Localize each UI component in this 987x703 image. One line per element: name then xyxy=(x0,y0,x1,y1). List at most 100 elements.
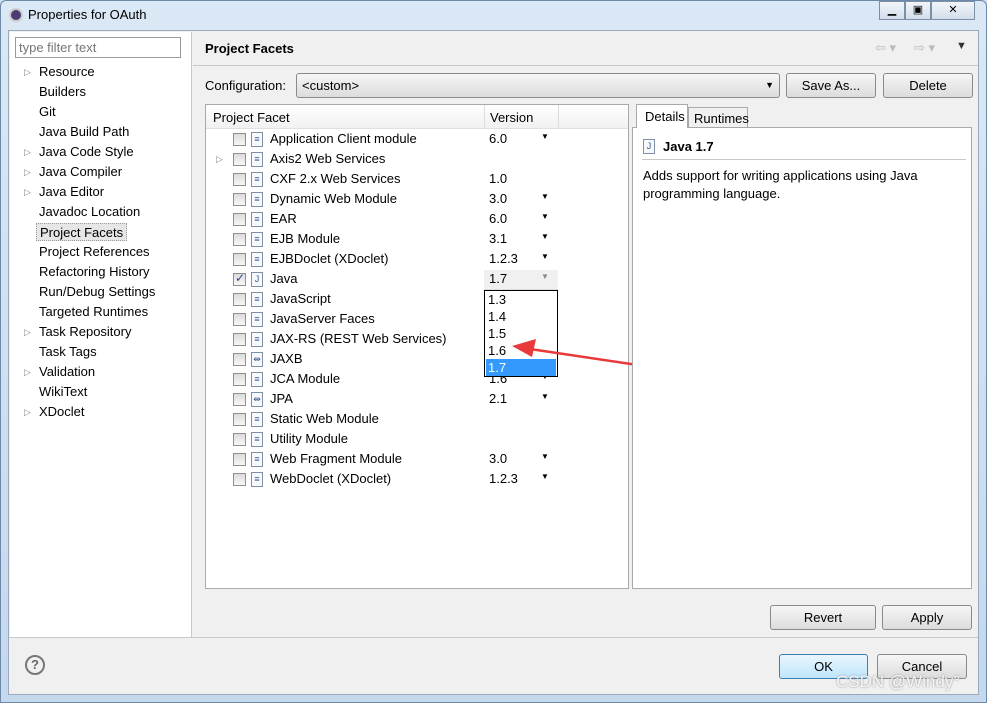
table-row[interactable]: ≡ Utility Module xyxy=(206,430,628,450)
sidebar-item[interactable]: WikiText xyxy=(39,383,87,401)
forward-icon[interactable]: ⇨ ▾ xyxy=(914,40,935,56)
sidebar-item[interactable]: Java Code Style xyxy=(39,143,134,161)
chevron-down-icon[interactable]: ▼ xyxy=(541,212,549,221)
chevron-down-icon[interactable]: ▼ xyxy=(541,232,549,241)
facet-version[interactable]: 3.1 xyxy=(489,231,507,246)
facet-checkbox[interactable]: ✓ xyxy=(233,271,246,286)
maximize-button[interactable]: ▣ xyxy=(905,1,931,20)
sidebar-item[interactable]: Java Editor xyxy=(39,183,104,201)
configuration-value: <custom> xyxy=(302,78,360,93)
chevron-down-icon[interactable]: ▼ xyxy=(541,192,549,201)
sidebar-item[interactable]: Project Facets xyxy=(36,223,128,241)
facet-checkbox[interactable] xyxy=(233,473,246,486)
facet-version[interactable]: 1.2.3 xyxy=(489,251,518,266)
facet-checkbox[interactable] xyxy=(233,293,246,306)
sidebar-item[interactable]: Refactoring History xyxy=(39,263,150,281)
tab-runtimes[interactable]: Runtimes xyxy=(688,107,749,128)
apply-button[interactable]: Apply xyxy=(882,605,972,630)
facet-checkbox[interactable] xyxy=(233,433,246,446)
column-version[interactable]: Version xyxy=(490,110,533,125)
facet-version[interactable]: 1.2.3 xyxy=(489,471,518,486)
facet-checkbox[interactable] xyxy=(233,333,246,346)
facet-checkbox[interactable] xyxy=(233,213,246,226)
expand-icon[interactable]: ▷ xyxy=(24,147,31,158)
filter-input[interactable] xyxy=(15,37,181,58)
expand-icon[interactable]: ▷ xyxy=(216,154,223,165)
sidebar-item[interactable]: Java Build Path xyxy=(39,123,129,141)
sidebar-item[interactable]: Git xyxy=(39,103,56,121)
table-row[interactable]: ≡ JavaScript xyxy=(206,290,628,310)
sidebar-item[interactable]: Task Tags xyxy=(39,343,97,361)
expand-icon[interactable]: ▷ xyxy=(24,367,31,378)
facet-checkbox[interactable] xyxy=(233,173,246,186)
table-row[interactable]: ⇹ JPA 2.1 ▼ xyxy=(206,390,628,410)
version-option[interactable]: 1.3 xyxy=(486,291,556,308)
table-row[interactable]: ≡ Web Fragment Module 3.0 ▼ xyxy=(206,450,628,470)
chevron-down-icon[interactable]: ▼ xyxy=(541,392,549,401)
table-row[interactable]: ≡ Application Client module 6.0 ▼ xyxy=(206,130,628,150)
view-menu-icon[interactable]: ▼ xyxy=(956,40,967,52)
facet-version[interactable]: 2.1 xyxy=(489,391,507,406)
table-row[interactable]: ✓ J Java 1.7 ▼ xyxy=(206,270,628,290)
sidebar-item[interactable]: Task Repository xyxy=(39,323,131,341)
facet-checkbox[interactable] xyxy=(233,353,246,366)
table-row[interactable]: ≡ Static Web Module xyxy=(206,410,628,430)
facet-checkbox[interactable] xyxy=(233,313,246,326)
sidebar-item[interactable]: XDoclet xyxy=(39,403,85,421)
minimize-button[interactable]: ▁ xyxy=(879,1,905,20)
chevron-down-icon[interactable]: ▼ xyxy=(541,132,549,141)
table-row[interactable]: ≡ EJB Module 3.1 ▼ xyxy=(206,230,628,250)
facet-checkbox[interactable] xyxy=(233,153,246,166)
facet-checkbox[interactable] xyxy=(233,393,246,406)
table-row[interactable]: ▷ ≡ Axis2 Web Services xyxy=(206,150,628,170)
chevron-down-icon[interactable]: ▼ xyxy=(541,252,549,261)
facet-checkbox[interactable] xyxy=(233,193,246,206)
facet-checkbox[interactable] xyxy=(233,253,246,266)
facet-version[interactable]: 1.7 xyxy=(489,271,507,286)
configuration-select[interactable]: <custom> ▼ xyxy=(296,73,780,98)
sidebar-item[interactable]: Targeted Runtimes xyxy=(39,303,148,321)
facet-checkbox[interactable] xyxy=(233,413,246,426)
expand-icon[interactable]: ▷ xyxy=(24,187,31,198)
facet-version[interactable]: 3.0 xyxy=(489,451,507,466)
delete-button[interactable]: Delete xyxy=(883,73,973,98)
tab-details[interactable]: Details xyxy=(636,104,688,128)
table-row[interactable]: ≡ WebDoclet (XDoclet) 1.2.3 ▼ xyxy=(206,470,628,490)
table-row[interactable]: ≡ CXF 2.x Web Services 1.0 xyxy=(206,170,628,190)
expand-icon[interactable]: ▷ xyxy=(24,167,31,178)
sidebar-item[interactable]: Validation xyxy=(39,363,95,381)
expand-icon[interactable]: ▷ xyxy=(24,327,31,338)
close-button[interactable]: ✕ xyxy=(931,1,975,20)
sidebar-item[interactable]: Javadoc Location xyxy=(39,203,140,221)
facet-checkbox[interactable] xyxy=(233,453,246,466)
column-project-facet[interactable]: Project Facet xyxy=(213,110,290,125)
facet-checkbox[interactable] xyxy=(233,233,246,246)
facet-checkbox[interactable] xyxy=(233,133,246,146)
chevron-down-icon[interactable]: ▼ xyxy=(541,272,549,281)
sidebar-item[interactable]: Project References xyxy=(39,243,150,261)
facet-version[interactable]: 6.0 xyxy=(489,211,507,226)
help-icon[interactable]: ? xyxy=(25,655,45,675)
expand-icon[interactable]: ▷ xyxy=(24,67,31,78)
facet-icon: ≡ xyxy=(251,292,263,307)
facet-checkbox[interactable] xyxy=(233,373,246,386)
table-row[interactable]: ≡ JavaServer Faces xyxy=(206,310,628,330)
sidebar-item[interactable]: Resource xyxy=(39,63,95,81)
save-as-button[interactable]: Save As... xyxy=(786,73,876,98)
sidebar-item[interactable]: Run/Debug Settings xyxy=(39,283,155,301)
version-option[interactable]: 1.4 xyxy=(486,308,556,325)
back-icon[interactable]: ⇦ ▾ xyxy=(875,40,896,56)
sidebar-item[interactable]: Java Compiler xyxy=(39,163,122,181)
facet-version[interactable]: 3.0 xyxy=(489,191,507,206)
table-row[interactable]: ≡ Dynamic Web Module 3.0 ▼ xyxy=(206,190,628,210)
facet-name: JAX-RS (REST Web Services) xyxy=(270,331,447,346)
expand-icon[interactable]: ▷ xyxy=(24,407,31,418)
table-row[interactable]: ≡ EAR 6.0 ▼ xyxy=(206,210,628,230)
chevron-down-icon[interactable]: ▼ xyxy=(541,472,549,481)
table-row[interactable]: ≡ EJBDoclet (XDoclet) 1.2.3 ▼ xyxy=(206,250,628,270)
facet-version[interactable]: 6.0 xyxy=(489,131,507,146)
sidebar-item[interactable]: Builders xyxy=(39,83,86,101)
revert-button[interactable]: Revert xyxy=(770,605,876,630)
chevron-down-icon[interactable]: ▼ xyxy=(541,452,549,461)
facet-name: JavaServer Faces xyxy=(270,311,375,326)
